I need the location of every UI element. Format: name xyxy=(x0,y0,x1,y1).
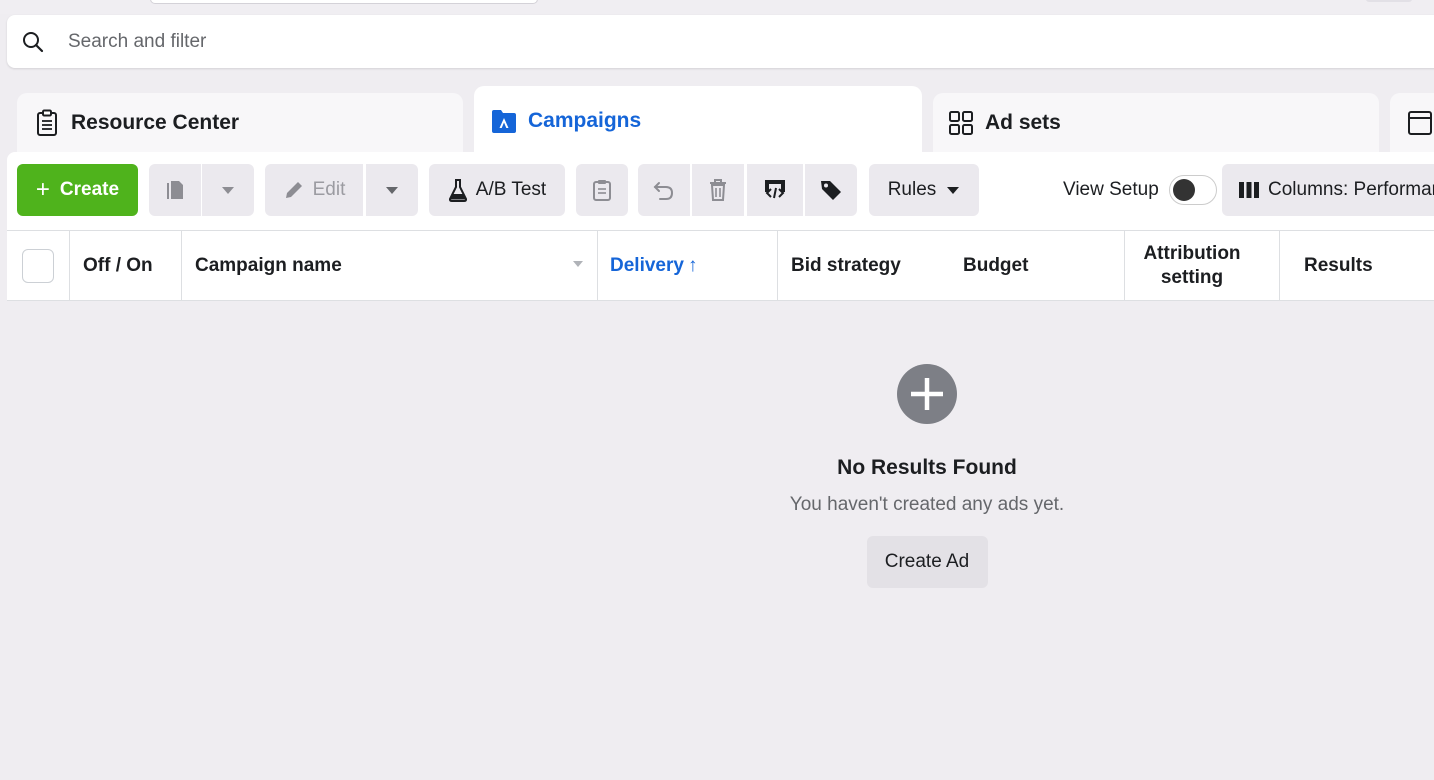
delete-button[interactable] xyxy=(692,164,744,216)
duplicate-icon xyxy=(163,178,187,202)
tab-campaigns[interactable]: Campaigns xyxy=(474,86,922,156)
tab-label: Resource Center xyxy=(71,111,240,134)
table-header: Off / On Campaign name Delivery ↑ Bid str… xyxy=(7,230,1434,301)
create-button[interactable]: + Create xyxy=(17,164,138,216)
column-label: Campaign name xyxy=(195,254,342,276)
view-setup: View Setup xyxy=(1063,164,1217,216)
campaign-folder-icon xyxy=(490,107,518,135)
paste-button[interactable] xyxy=(576,164,628,216)
export-button[interactable] xyxy=(747,164,803,216)
tab-ads[interactable] xyxy=(1390,93,1434,153)
column-header-budget[interactable]: Budget xyxy=(950,231,1125,300)
search-bar[interactable] xyxy=(7,15,1434,68)
columns-label: Columns: Performance xyxy=(1268,179,1434,200)
column-header-attribution-setting[interactable]: Attribution setting xyxy=(1124,231,1280,300)
column-label: Delivery xyxy=(610,254,684,276)
top-right-control-partial[interactable] xyxy=(1366,0,1412,2)
grid-icon xyxy=(947,109,975,137)
column-header-delivery[interactable]: Delivery ↑ xyxy=(597,231,777,300)
tab-ad-sets[interactable]: Ad sets xyxy=(933,93,1379,153)
edit-dropdown-button[interactable] xyxy=(366,164,418,216)
edit-button[interactable]: Edit xyxy=(265,164,363,216)
caret-down-icon xyxy=(946,185,960,195)
view-setup-toggle[interactable] xyxy=(1168,175,1217,205)
column-label: Off / On xyxy=(83,254,153,276)
table-body-empty xyxy=(7,300,1434,780)
flask-icon xyxy=(448,178,468,202)
column-header-campaign-name[interactable]: Campaign name xyxy=(181,231,597,300)
rules-label: Rules xyxy=(887,179,937,200)
tab-label: Campaigns xyxy=(528,109,642,132)
export-icon xyxy=(762,177,788,203)
tab-label: Ad sets xyxy=(985,111,1061,134)
column-label: Bid strategy xyxy=(791,254,901,276)
caret-down-icon xyxy=(385,185,399,195)
empty-state-subtitle: You haven't created any ads yet. xyxy=(789,494,1065,515)
undo-icon xyxy=(652,178,676,202)
clipboard-icon xyxy=(592,178,612,202)
select-all-cell xyxy=(7,231,69,300)
trash-icon xyxy=(708,178,728,202)
column-header-bid-strategy[interactable]: Bid strategy xyxy=(777,231,947,300)
ab-test-label: A/B Test xyxy=(475,179,547,200)
top-strip xyxy=(0,0,1434,14)
add-circle-icon xyxy=(896,360,958,428)
ab-test-button[interactable]: A/B Test xyxy=(429,164,565,216)
search-icon xyxy=(20,29,46,55)
sort-caret-icon xyxy=(573,261,583,267)
rules-button[interactable]: Rules xyxy=(869,164,979,216)
column-label: Results xyxy=(1304,254,1373,276)
column-header-results[interactable]: Results xyxy=(1279,231,1434,300)
duplicate-dropdown-button[interactable] xyxy=(202,164,254,216)
undo-button[interactable] xyxy=(638,164,690,216)
select-all-checkbox[interactable] xyxy=(22,248,54,283)
edit-label: Edit xyxy=(312,179,346,200)
column-label: Budget xyxy=(963,254,1029,276)
search-input[interactable] xyxy=(66,29,970,54)
clipboard-icon xyxy=(33,109,61,137)
tag-button[interactable] xyxy=(805,164,857,216)
columns-icon xyxy=(1238,180,1260,200)
duplicate-button[interactable] xyxy=(149,164,201,216)
pencil-icon xyxy=(283,179,305,201)
ad-window-icon xyxy=(1406,109,1434,137)
caret-down-icon xyxy=(221,185,235,195)
plus-icon: + xyxy=(35,176,50,203)
view-setup-label: View Setup xyxy=(1063,179,1159,200)
tab-resource-center[interactable]: Resource Center xyxy=(17,93,463,153)
sort-arrow-up-icon: ↑ xyxy=(687,254,698,276)
column-label: Attribution setting xyxy=(1143,242,1241,288)
toggle-knob xyxy=(1172,179,1195,201)
columns-button[interactable]: Columns: Performance xyxy=(1222,164,1434,216)
column-header-off-on[interactable]: Off / On xyxy=(69,231,181,300)
date-range-picker-partial[interactable] xyxy=(150,0,538,4)
empty-state-title: No Results Found xyxy=(837,456,1017,479)
tag-icon xyxy=(819,178,843,202)
create-label: Create xyxy=(59,179,120,200)
empty-state: No Results Found You haven't created any… xyxy=(770,360,1084,588)
create-ad-button[interactable]: Create Ad xyxy=(866,536,988,588)
